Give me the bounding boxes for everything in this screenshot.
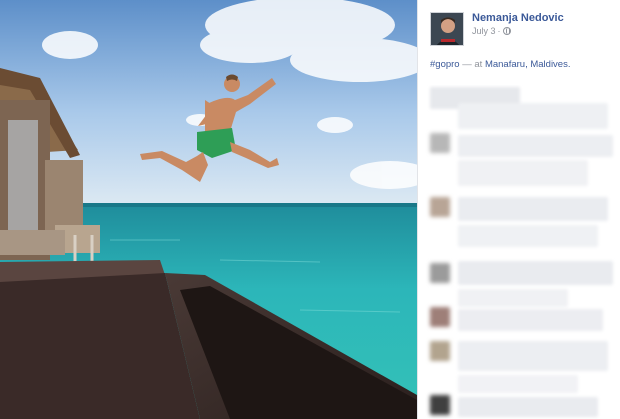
location-link[interactable]: Manafaru, Maldives. xyxy=(485,59,571,70)
blurred-block xyxy=(458,289,568,307)
post-date-link[interactable]: July 3 xyxy=(472,26,496,36)
avatar-icon xyxy=(431,13,463,45)
blurred-avatar xyxy=(430,197,450,217)
blurred-avatar xyxy=(430,263,450,283)
post-meta: July 3 · xyxy=(472,26,511,36)
blurred-block xyxy=(458,160,588,186)
photo-scene xyxy=(0,0,417,419)
blurred-avatar xyxy=(430,133,450,153)
blurred-block xyxy=(458,197,608,221)
redacted-comments xyxy=(418,85,620,419)
blurred-block xyxy=(458,309,603,331)
globe-icon[interactable] xyxy=(502,27,511,35)
post-side-panel: Nemanja Nedovic July 3 · #gopro — at Mana… xyxy=(417,0,620,419)
blurred-block xyxy=(458,261,613,285)
blurred-block xyxy=(458,375,578,393)
blurred-block xyxy=(458,225,598,247)
author-name-link[interactable]: Nemanja Nedovic xyxy=(472,12,564,24)
post-photo[interactable] xyxy=(0,0,417,419)
blurred-block xyxy=(458,341,608,371)
blurred-block xyxy=(458,103,608,129)
location-prefix: — at xyxy=(462,59,483,70)
avatar[interactable] xyxy=(430,12,464,46)
blurred-avatar xyxy=(430,395,450,415)
post-caption: #gopro — at Manafaru, Maldives. xyxy=(430,59,570,70)
blurred-block xyxy=(458,135,613,157)
blurred-avatar xyxy=(430,307,450,327)
blurred-avatar xyxy=(430,341,450,361)
meta-separator: · xyxy=(497,26,501,36)
hashtag-link[interactable]: #gopro xyxy=(430,59,460,70)
blurred-block xyxy=(458,397,598,417)
